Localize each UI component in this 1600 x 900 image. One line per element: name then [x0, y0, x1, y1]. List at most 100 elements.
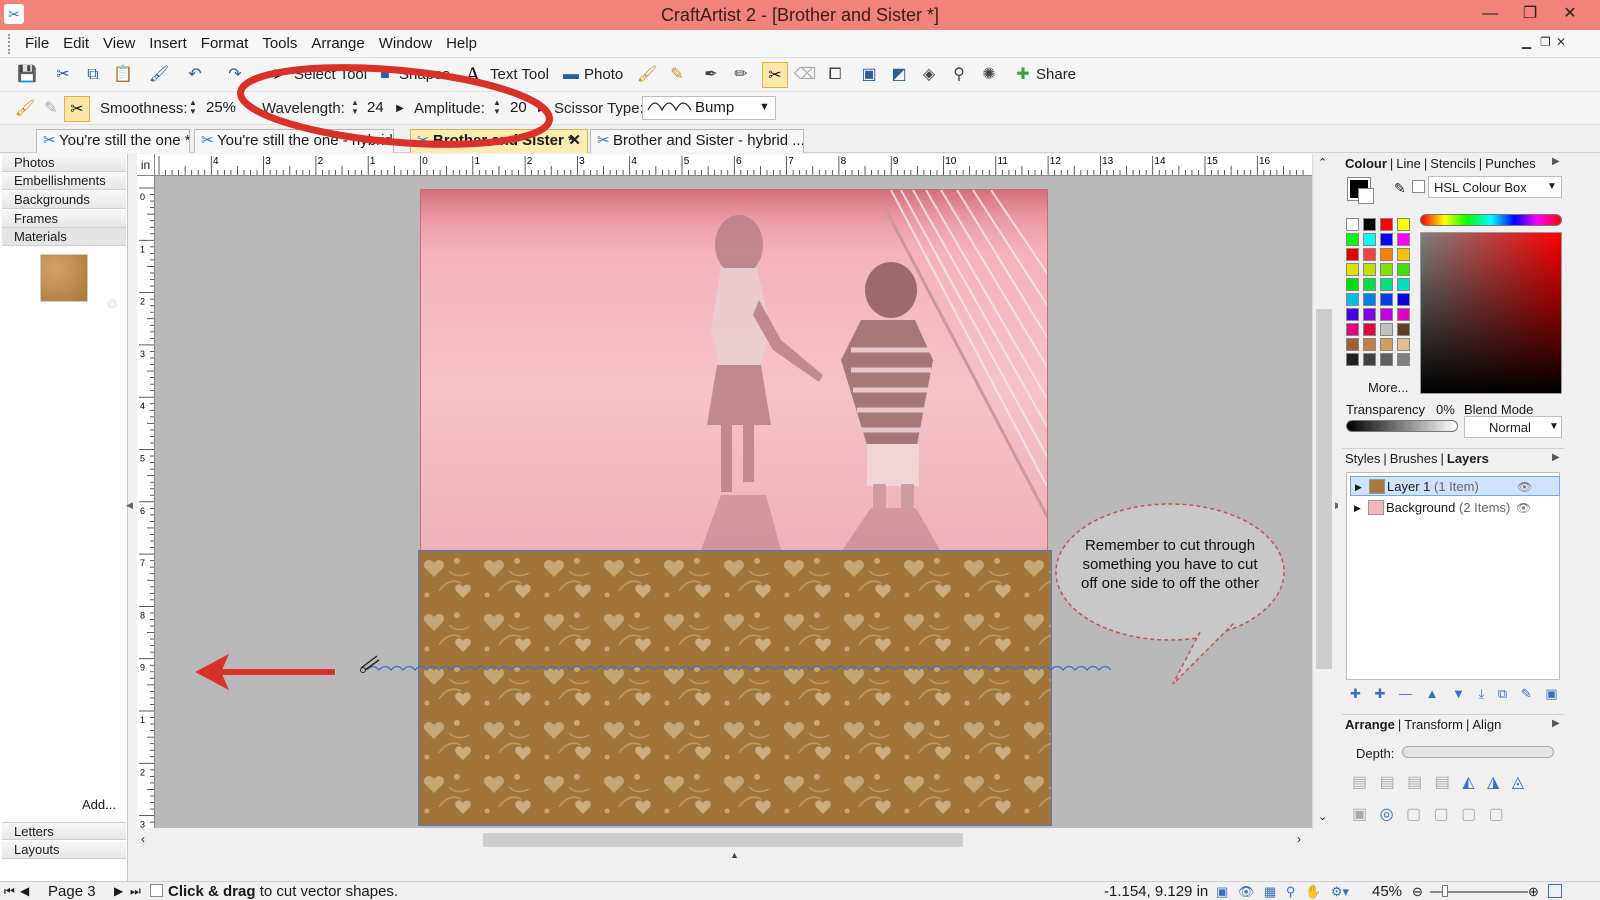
view-tools[interactable]: ▣ 👁 ▦ ⚲ ✋ ⚙▾ [1216, 882, 1349, 900]
visibility-eye-icon[interactable]: 👁 [1517, 477, 1532, 495]
menu-edit[interactable]: Edit [56, 30, 96, 58]
layer-row-layer-1[interactable]: ▶ Layer 1 (1 Item) 👁 [1350, 476, 1560, 496]
smoothness-spinner[interactable]: ▲ ▼ [188, 98, 198, 116]
menu-tools[interactable]: Tools [255, 30, 304, 58]
palette-swatch[interactable] [1363, 248, 1376, 261]
menu-view[interactable]: View [96, 30, 142, 58]
redo-icon[interactable]: ↷ [222, 62, 248, 88]
collapse-bottom-icon[interactable]: ▲ [730, 850, 739, 860]
palette-swatch[interactable] [1363, 308, 1376, 321]
pen-icon[interactable]: ✒ [698, 62, 724, 88]
palette-swatch[interactable] [1380, 278, 1393, 291]
design-canvas[interactable]: Remember to cut through something you ha… [155, 176, 1312, 828]
palette-swatch[interactable] [1346, 263, 1359, 276]
palette-swatch[interactable] [1397, 338, 1410, 351]
palette-swatch[interactable] [1346, 218, 1359, 231]
more-colours-link[interactable]: More... [1368, 380, 1408, 395]
mdi-minimize-icon[interactable]: ▁ [1522, 35, 1531, 49]
palette-swatch[interactable] [1363, 233, 1376, 246]
wavelength-spinner[interactable]: ▲ ▼ [350, 98, 360, 116]
amplitude-spinner[interactable]: ▲ ▼ [492, 98, 502, 116]
scissor-cut-path[interactable] [366, 665, 1112, 671]
palette-swatch[interactable] [1380, 248, 1393, 261]
palette-swatch[interactable] [1380, 263, 1393, 276]
zoom-out-icon[interactable]: ⊖ [1412, 882, 1423, 900]
close-button[interactable]: ✕ [1550, 2, 1590, 28]
vertical-scroll-thumb[interactable] [1316, 309, 1332, 669]
page-indicator[interactable]: Page 3 [48, 882, 96, 900]
undo-icon[interactable]: ↶ [182, 62, 208, 88]
color-picker-icon[interactable]: ◩ [886, 62, 912, 88]
visibility-eye-icon[interactable]: 👁 [1516, 498, 1531, 518]
expand-icon[interactable]: ▶ [1355, 477, 1362, 495]
tab-styles[interactable]: Styles [1342, 451, 1383, 466]
effects-icon[interactable]: ✺ [976, 62, 1002, 88]
format-painter-icon[interactable]: 🖌 [146, 62, 172, 88]
palette-swatch[interactable] [1380, 338, 1393, 351]
depth-slider[interactable] [1402, 746, 1554, 758]
palette-swatch[interactable] [1397, 218, 1410, 231]
mdi-restore-icon[interactable]: ❐ [1540, 35, 1551, 49]
tab-layers[interactable]: Layers [1444, 451, 1492, 466]
tab-colour[interactable]: Colour [1342, 156, 1390, 171]
photo-icon[interactable]: ▬ [558, 62, 584, 88]
copy-icon[interactable]: ⧉ [80, 62, 106, 88]
tab-punches[interactable]: Punches [1482, 156, 1539, 171]
palette-swatch[interactable] [1346, 308, 1359, 321]
menu-insert[interactable]: Insert [142, 30, 194, 58]
menu-file[interactable]: File [18, 30, 56, 58]
panel-tab-materials[interactable]: Materials [2, 228, 126, 246]
palette-swatch[interactable] [1397, 353, 1410, 366]
panel-tab-photos[interactable]: Photos [2, 154, 126, 172]
next-page-icon[interactable]: ▶ [114, 882, 123, 900]
palette-swatch[interactable] [1380, 308, 1393, 321]
scissor-mode-icon[interactable]: ✂ [64, 96, 90, 122]
minimize-button[interactable]: — [1470, 2, 1510, 28]
tab-close-icon[interactable]: ✕ [568, 130, 581, 152]
panel-menu-icon[interactable]: ▶ [1552, 156, 1560, 167]
text-tool-icon[interactable]: A [460, 62, 486, 88]
horizontal-scroll-thumb[interactable] [483, 833, 963, 847]
palette-swatch[interactable] [1363, 263, 1376, 276]
palette-swatch[interactable] [1397, 323, 1410, 336]
scissors-tool-icon[interactable]: ✂ [762, 62, 788, 88]
palette-swatch[interactable] [1397, 278, 1410, 291]
erase-brush-icon[interactable]: ✎ [38, 96, 64, 122]
palette-swatch[interactable] [1346, 293, 1359, 306]
fill-colour-swatch[interactable] [1358, 188, 1374, 204]
last-page-icon[interactable]: ⏭ [130, 882, 141, 900]
blend-mode-select[interactable]: Normal ▼ [1464, 416, 1562, 438]
expand-icon[interactable]: ▶ [1354, 498, 1361, 518]
zoom-level[interactable]: 45% [1372, 882, 1402, 900]
palette-swatch[interactable] [1397, 293, 1410, 306]
palette-swatch[interactable] [1363, 293, 1376, 306]
collapse-left-icon[interactable]: ◀ [126, 500, 133, 511]
panel-tab-backgrounds[interactable]: Backgrounds [2, 191, 126, 209]
scroll-left-icon[interactable]: ‹ [141, 832, 145, 846]
palette-swatch[interactable] [1346, 248, 1359, 261]
vertical-scrollbar[interactable]: ⌃ ⌄ [1312, 154, 1334, 830]
palette-swatch[interactable] [1397, 248, 1410, 261]
wavelength-slider-arrow[interactable]: ▶ [393, 96, 407, 122]
amplitude-slider-arrow[interactable]: ▶ [535, 96, 549, 122]
panel-tab-layouts[interactable]: Layouts [2, 841, 126, 859]
tab-brushes[interactable]: Brushes [1387, 451, 1441, 466]
fill-icon[interactable]: ◈ [916, 62, 942, 88]
pencil-icon[interactable]: ✏ [728, 62, 754, 88]
crop-icon[interactable]: ⧠ [822, 62, 848, 88]
palette-swatch[interactable] [1363, 353, 1376, 366]
first-page-icon[interactable]: ⏮ [4, 882, 15, 900]
group-buttons[interactable]: ▣ ◎ ▢ ▢ ▢ ▢ [1352, 804, 1504, 824]
colour-box-select[interactable]: HSL Colour Box ▼ [1428, 176, 1562, 198]
save-icon[interactable]: 💾 [14, 62, 40, 88]
layer-row-background[interactable]: ▶ Background (2 Items) 👁 [1350, 498, 1560, 518]
arrange-buttons[interactable]: ▤ ▤ ▤ ▤ ◭ ◮ ◬ [1352, 772, 1524, 792]
saturation-lightness-box[interactable] [1420, 232, 1562, 394]
panel-menu-icon[interactable]: ▶ [1552, 718, 1560, 729]
palette-swatch[interactable] [1397, 308, 1410, 321]
maximize-button[interactable]: ❐ [1510, 2, 1550, 28]
paste-icon[interactable]: 📋 [110, 62, 136, 88]
panel-tab-embellishments[interactable]: Embellishments [2, 172, 126, 190]
prev-page-icon[interactable]: ◀ [20, 882, 29, 900]
select-tool-button[interactable]: Select Tool [294, 66, 367, 83]
